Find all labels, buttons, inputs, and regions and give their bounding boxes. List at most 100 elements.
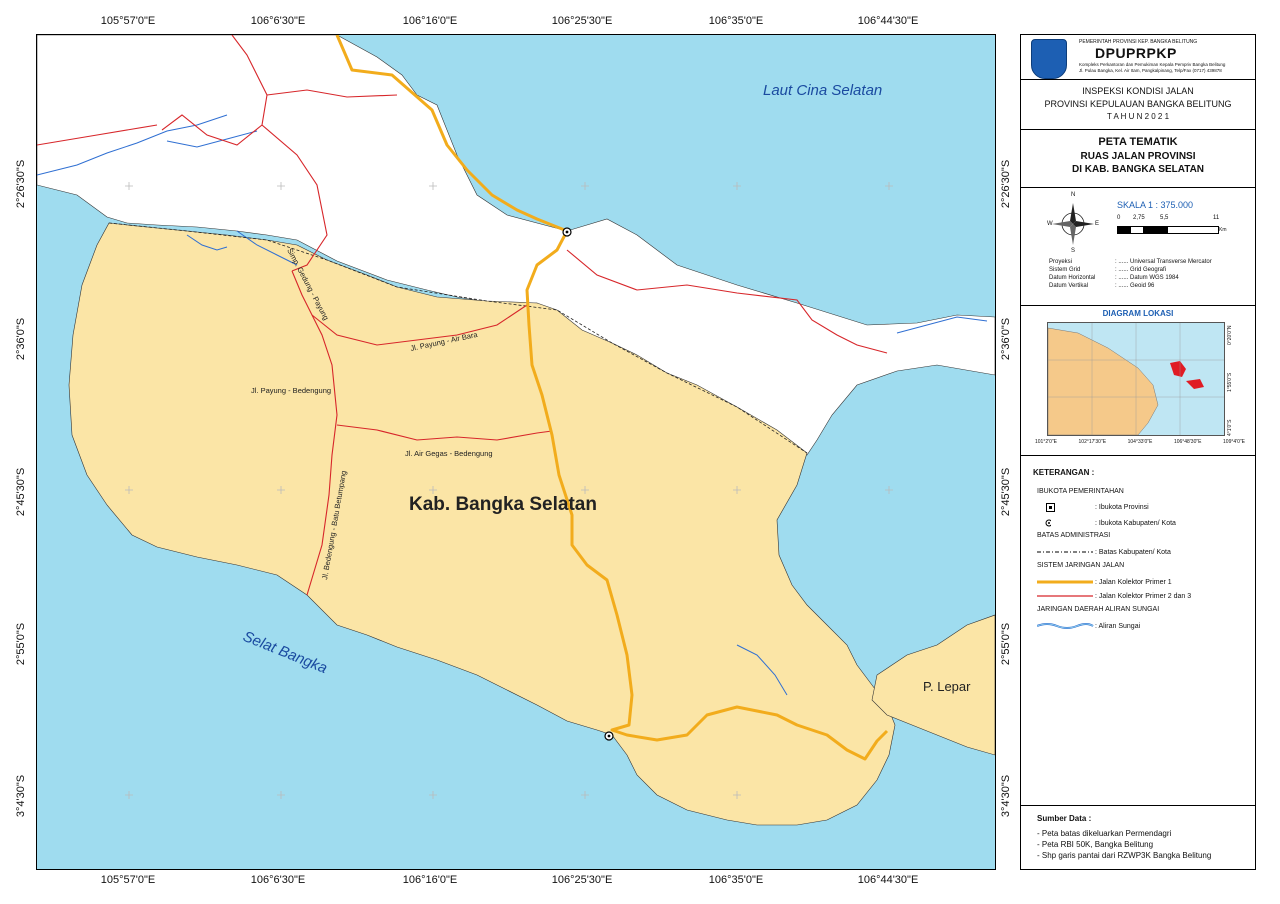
proj-key-2: Datum Horizontal bbox=[1049, 275, 1096, 281]
legend-i6: : Aliran Sungai bbox=[1095, 622, 1141, 630]
locator-x-0: 101°2'0"E bbox=[1035, 439, 1057, 445]
scale-tick-0: 0 bbox=[1117, 215, 1121, 221]
legend-title: KETERANGAN : bbox=[1033, 468, 1095, 477]
legend-i1: : Ibukota Provinsi bbox=[1095, 503, 1149, 511]
agency-name: DPUPRPKP bbox=[1095, 45, 1177, 61]
legend-h1: IBUKOTA PEMERINTAHAN bbox=[1037, 488, 1124, 495]
locator-title: DIAGRAM LOKASI bbox=[1102, 309, 1174, 318]
coord-right-3: 2°45'30"S bbox=[1000, 467, 1012, 517]
legend-h2: BATAS ADMINISTRASI bbox=[1037, 532, 1111, 539]
scale-text: SKALA 1 : 375.000 bbox=[1117, 200, 1194, 210]
coord-bottom-5: 106°35'0"E bbox=[708, 874, 764, 886]
legend-item-batas: : Batas Kabupaten/ Kota bbox=[1037, 546, 1171, 558]
coord-left-2: 2°36'0"S bbox=[15, 317, 27, 361]
title-line1: PETA TEMATIK bbox=[1098, 136, 1178, 148]
source-item-2: - Shp garis pantai dari RZWP3K Bangka Be… bbox=[1037, 851, 1212, 860]
proj-key-0: Proyeksi bbox=[1049, 259, 1073, 265]
locator-y-1: 1°55'0"S bbox=[1227, 372, 1233, 393]
legend-i5: : Jalan Kolektor Primer 2 dan 3 bbox=[1095, 592, 1192, 600]
projection-list: Proyeksi : ...... Universal Transverse Me… bbox=[1049, 258, 1212, 290]
coord-top-3: 106°16'0"E bbox=[402, 15, 458, 27]
scale-tick-3: 11 bbox=[1213, 215, 1220, 221]
agency-block: PEMERINTAH PROVINSI KEP. BANGKA BELITUNG… bbox=[1021, 35, 1255, 79]
legend-block: KETERANGAN : IBUKOTA PEMERINTAHAN : Ibuk… bbox=[1021, 455, 1255, 806]
locator-map bbox=[1047, 322, 1225, 436]
coord-bottom-6: 106°44'30"E bbox=[857, 874, 919, 886]
coord-right-2: 2°36'0"S bbox=[1000, 317, 1012, 361]
coord-right-5: 3°4'30"S bbox=[1000, 774, 1012, 818]
legend-i2: : Ibukota Kabupaten/ Kota bbox=[1095, 519, 1176, 527]
proj-key-1: Sistem Grid bbox=[1049, 267, 1081, 273]
primary-road-icon bbox=[1037, 580, 1093, 584]
source-item-0: - Peta batas dikeluarkan Permendagri bbox=[1037, 829, 1172, 838]
label-sea-north: Laut Cina Selatan bbox=[763, 82, 882, 99]
locator-x-2: 104°33'0"E bbox=[1127, 439, 1153, 445]
map-canvas[interactable]: Laut Cina Selatan Selat Bangka Kab. Bang… bbox=[36, 34, 996, 870]
label-regency: Kab. Bangka Selatan bbox=[409, 494, 597, 515]
title-line2: RUAS JALAN PROVINSI bbox=[1080, 151, 1196, 162]
coord-left-5: 3°4'30"S bbox=[15, 774, 27, 818]
title-block: PETA TEMATIK RUAS JALAN PROVINSI DI KAB.… bbox=[1021, 129, 1255, 188]
label-island: P. Lepar bbox=[923, 679, 971, 694]
locator-x-3: 106°48'30"E bbox=[1173, 439, 1202, 445]
locator-x-1: 102°17'30"E bbox=[1078, 439, 1107, 445]
agency-line2: Kompleks Perkantoran dan Pemukiman Kepal… bbox=[1079, 62, 1226, 67]
legend-item-ibukota-kabupaten: : Ibukota Kabupaten/ Kota bbox=[1037, 517, 1176, 529]
compass-n: N bbox=[1071, 192, 1076, 198]
scale-unit: Km bbox=[1219, 227, 1227, 233]
inspection-block: INSPEKSI KONDISI JALAN PROVINSI KEPULAUA… bbox=[1021, 79, 1255, 130]
locator-y-2: 4°1'0"S bbox=[1227, 419, 1233, 436]
legend-panel: PEMERINTAH PROVINSI KEP. BANGKA BELITUNG… bbox=[1020, 34, 1256, 870]
label-road-4: Jl. Air Gegas - Bedengung bbox=[405, 449, 493, 458]
locator-x-labels: 101°2'0"E 102°17'30"E 104°33'0"E 106°48'… bbox=[1035, 439, 1245, 445]
legend-i4: : Jalan Kolektor Primer 1 bbox=[1095, 578, 1172, 586]
scale-block: N S W E SKALA 1 : 375.000 0 2,75 5,5 11 … bbox=[1021, 187, 1255, 306]
coord-bottom-2: 106°6'30"E bbox=[250, 874, 306, 886]
capital-regency-icon bbox=[1045, 519, 1053, 527]
coord-right-1: 2°26'30"S bbox=[1000, 159, 1012, 209]
legend-item-primer-1: : Jalan Kolektor Primer 1 bbox=[1037, 576, 1172, 588]
legend-item-ibukota-provinsi: : Ibukota Provinsi bbox=[1037, 501, 1149, 513]
scale-ticks: 0 2,75 5,5 11 bbox=[1117, 215, 1227, 223]
scale-tick-2: 5,5 bbox=[1160, 215, 1169, 221]
source-item-1: - Peta RBI 50K, Bangka Belitung bbox=[1037, 840, 1154, 849]
proj-val-0: : ...... Universal Transverse Mercator bbox=[1115, 259, 1212, 265]
title-line3: DI KAB. BANGKA SELATAN bbox=[1071, 164, 1205, 175]
compass-e: E bbox=[1095, 221, 1100, 227]
inspection-line1: INSPEKSI KONDISI JALAN bbox=[1082, 86, 1194, 96]
locator-y-labels: 4°1'0"S 1°55'0"S 0°20'0"N bbox=[1227, 326, 1233, 436]
label-road-3: Jl. Payung - Bedengung bbox=[251, 386, 331, 395]
inspection-line3: T A H U N 2 0 2 1 bbox=[1106, 112, 1170, 121]
agency-logo bbox=[1031, 39, 1067, 79]
legend-i3: : Batas Kabupaten/ Kota bbox=[1095, 548, 1171, 556]
legend-h4: JARINGAN DAERAH ALIRAN SUNGAI bbox=[1037, 606, 1160, 613]
legend-item-sungai: : Aliran Sungai bbox=[1036, 620, 1141, 632]
coord-bottom-4: 106°25'30"E bbox=[551, 874, 613, 886]
coord-top-2: 106°6'30"E bbox=[250, 15, 306, 27]
compass-s: S bbox=[1071, 248, 1076, 254]
proj-key-3: Datum Vertikal bbox=[1049, 283, 1089, 289]
source-list: - Peta batas dikeluarkan Permendagri - P… bbox=[1037, 828, 1211, 861]
proj-val-1: : ...... Grid Geografi bbox=[1115, 267, 1167, 273]
coord-bottom-1: 105°57'0"E bbox=[100, 874, 156, 886]
scale-bar bbox=[1117, 226, 1219, 234]
locator-block: DIAGRAM LOKASI 101°2'0"E 102°17'30"E 104… bbox=[1021, 305, 1255, 456]
scale-tick-1: 2,75 bbox=[1133, 215, 1145, 221]
coord-left-3: 2°45'30"S bbox=[15, 467, 27, 517]
capital-province-icon bbox=[1046, 503, 1055, 512]
source-title: Sumber Data : bbox=[1037, 814, 1092, 823]
inspection-line2: PROVINSI KEPULAUAN BANGKA BELITUNG bbox=[1044, 99, 1232, 109]
locator-x-4: 109°4'0"E bbox=[1223, 439, 1245, 445]
boundary-line-icon bbox=[1037, 551, 1093, 553]
river-icon bbox=[1036, 623, 1094, 629]
coord-left-4: 2°55'0"S bbox=[15, 622, 27, 666]
coord-top-6: 106°44'30"E bbox=[857, 15, 919, 27]
coord-top-1: 105°57'0"E bbox=[100, 15, 156, 27]
legend-item-primer-2-3: : Jalan Kolektor Primer 2 dan 3 bbox=[1037, 590, 1191, 602]
source-block: Sumber Data : - Peta batas dikeluarkan P… bbox=[1021, 805, 1255, 870]
coord-bottom-3: 106°16'0"E bbox=[402, 874, 458, 886]
compass-w: W bbox=[1047, 221, 1053, 227]
coord-top-4: 106°25'30"E bbox=[551, 15, 613, 27]
map-svg: Laut Cina Selatan Selat Bangka Kab. Bang… bbox=[37, 35, 995, 869]
proj-val-3: : ...... Geoid 96 bbox=[1115, 283, 1155, 289]
